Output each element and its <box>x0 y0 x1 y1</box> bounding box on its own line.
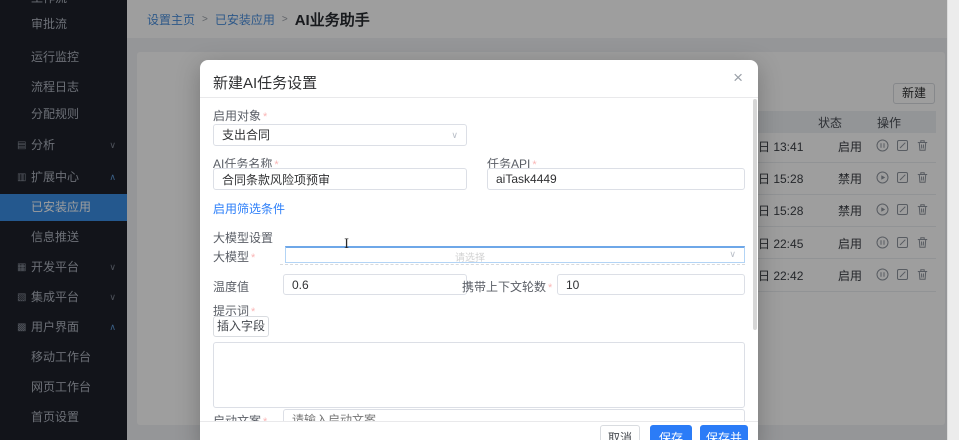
model-label: 大模型* <box>213 248 255 265</box>
temperature-label: 温度值 <box>213 278 249 295</box>
new-ai-task-modal: 新建AI任务设置 × 启用对象* 支出合同 ∨ AI任务名称* 任务API* 启… <box>200 60 758 440</box>
cancel-button[interactable]: 取消 <box>600 425 640 440</box>
close-icon[interactable]: × <box>733 68 743 88</box>
enable-filter-link[interactable]: 启用筛选条件 <box>213 200 285 217</box>
dropdown-panel-edge <box>280 264 745 265</box>
model-section-label: 大模型设置 <box>213 229 273 246</box>
save-and-enable-button[interactable]: 保存并启用 <box>700 425 748 440</box>
chevron-down-icon: ∨ <box>729 249 736 260</box>
prompt-textarea[interactable] <box>213 342 745 408</box>
insert-field-button[interactable]: 插入字段 <box>213 316 269 337</box>
model-select[interactable]: 请选择 ∨ <box>285 246 745 263</box>
modal-scrollbar-thumb[interactable] <box>753 99 757 330</box>
text-cursor: I <box>344 237 349 252</box>
temperature-input[interactable] <box>283 274 467 295</box>
modal-footer: 取消 保存 保存并启用 <box>200 421 758 440</box>
modal-title: 新建AI任务设置 <box>213 72 317 93</box>
chevron-down-icon: ∨ <box>451 125 458 145</box>
page-scrollbar[interactable] <box>947 0 959 440</box>
enable-target-label: 启用对象* <box>213 107 267 124</box>
context-rounds-input[interactable] <box>557 274 745 295</box>
enable-target-select[interactable]: 支出合同 ∨ <box>213 124 467 146</box>
modal-header-divider <box>200 97 758 98</box>
task-name-input[interactable] <box>213 168 467 190</box>
task-api-input[interactable] <box>487 168 745 190</box>
context-rounds-label: 携带上下文轮数* <box>462 278 552 295</box>
save-button[interactable]: 保存 <box>650 425 692 440</box>
model-select-placeholder: 请选择 <box>286 249 654 264</box>
app-root: 工作流审批流运行监控流程日志分配规则▤分析∨▥扩展中心∧已安装应用信息推送▦开发… <box>0 0 959 440</box>
enable-target-value: 支出合同 <box>222 128 270 142</box>
